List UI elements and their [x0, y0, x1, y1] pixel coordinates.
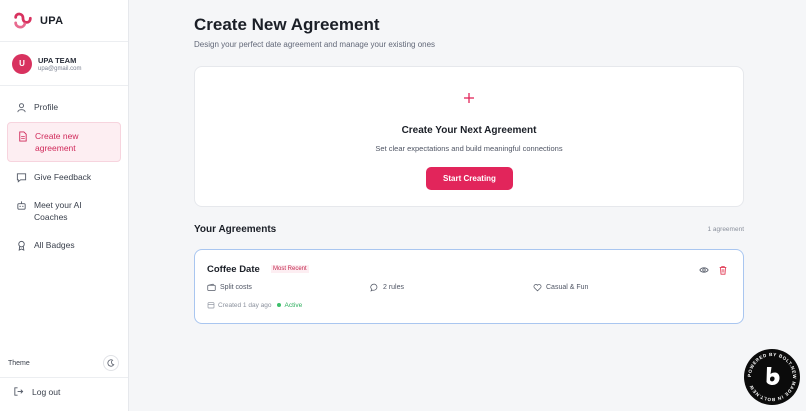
moon-icon — [107, 359, 115, 367]
logout-icon — [14, 387, 24, 396]
agreements-count: 1 agreement — [707, 226, 745, 233]
plus-icon — [464, 93, 474, 103]
user-icon — [17, 103, 26, 113]
create-card-title: Create Your Next Agreement — [401, 125, 537, 136]
page-title: Create New Agreement — [194, 15, 380, 34]
bolt-badge[interactable]: POWERED BY BOLT.NEW MADE IN BOLT.NEW — [744, 349, 800, 405]
trash-icon — [719, 266, 727, 275]
document-icon — [19, 131, 27, 142]
create-card-subtitle: Set clear expectations and build meaning… — [375, 144, 563, 153]
sidebar-item-label: Meet your AI Coaches — [34, 200, 82, 222]
award-icon — [18, 240, 25, 251]
agreement-rules: 2 rules — [370, 283, 404, 292]
agreement-vibe: Casual & Fun — [533, 283, 588, 292]
message-icon — [16, 173, 27, 183]
bolt-logo-icon: POWERED BY BOLT.NEW MADE IN BOLT.NEW — [747, 352, 797, 402]
sidebar-nav: Profile Create new agreement Give Feedba… — [0, 86, 128, 258]
agreements-section-title: Your Agreements — [194, 224, 277, 235]
sidebar-item-feedback[interactable]: Give Feedback — [7, 164, 121, 190]
user-profile: U UPA TEAM upa@gmail.com — [0, 42, 128, 86]
sidebar: UPA U UPA TEAM upa@gmail.com Profile Cre… — [0, 0, 129, 411]
divider — [0, 377, 128, 378]
svg-text:POWERED BY BOLT.NEW MADE IN BO: POWERED BY BOLT.NEW MADE IN BOLT.NEW — [747, 352, 797, 402]
agreement-footer: Created 1 day ago Active — [207, 301, 302, 309]
agreement-rules-text: 2 rules — [383, 284, 405, 291]
sidebar-item-profile[interactable]: Profile — [7, 94, 121, 120]
sidebar-item-label: All Badges — [34, 240, 75, 250]
brand[interactable]: UPA — [0, 0, 128, 42]
start-creating-button[interactable]: Start Creating — [426, 167, 513, 190]
user-name: UPA TEAM — [38, 55, 77, 65]
sidebar-item-badges[interactable]: All Badges — [7, 232, 121, 258]
view-button[interactable] — [699, 265, 709, 275]
theme-label: Theme — [8, 359, 30, 367]
chat-icon — [370, 283, 378, 292]
status-badge: Active — [284, 301, 303, 309]
calendar-icon — [207, 302, 215, 309]
wallet-icon — [207, 283, 216, 291]
heart-icon — [533, 284, 542, 292]
status-dot — [277, 303, 282, 307]
logout-button[interactable]: Log out — [7, 382, 66, 401]
agreement-card[interactable]: Coffee Date Most Recent Split costs 2 ru… — [194, 249, 744, 324]
theme-toggle-button[interactable] — [103, 355, 119, 371]
agreement-created: Created 1 day ago — [218, 301, 272, 309]
agreement-cost-text: Split costs — [220, 284, 252, 291]
user-email: upa@gmail.com — [38, 65, 82, 72]
sidebar-item-label: Give Feedback — [34, 172, 92, 182]
sidebar-item-label: Profile — [34, 102, 59, 112]
sidebar-item-label: Create new agreement — [35, 131, 79, 153]
robot-icon — [17, 201, 26, 210]
most-recent-badge: Most Recent — [271, 265, 309, 273]
agreement-cost: Split costs — [207, 283, 252, 292]
theme-row: Theme — [0, 352, 128, 374]
create-agreement-card: Create Your Next Agreement Set clear exp… — [194, 66, 744, 207]
delete-button[interactable] — [718, 265, 728, 275]
sidebar-item-ai-coaches[interactable]: Meet your AI Coaches — [7, 192, 121, 230]
logout-label: Log out — [32, 386, 61, 397]
brand-name: UPA — [40, 14, 64, 27]
eye-icon — [699, 267, 709, 273]
upa-logo-icon — [14, 12, 32, 28]
avatar: U — [12, 53, 32, 74]
agreement-title: Coffee Date — [207, 264, 260, 275]
sidebar-item-create-agreement[interactable]: Create new agreement — [7, 122, 121, 162]
page-subtitle: Design your perfect date agreement and m… — [194, 40, 436, 49]
bolt-ring-text: POWERED BY BOLT.NEW MADE IN BOLT.NEW — [747, 352, 796, 402]
agreement-vibe-text: Casual & Fun — [546, 284, 589, 291]
